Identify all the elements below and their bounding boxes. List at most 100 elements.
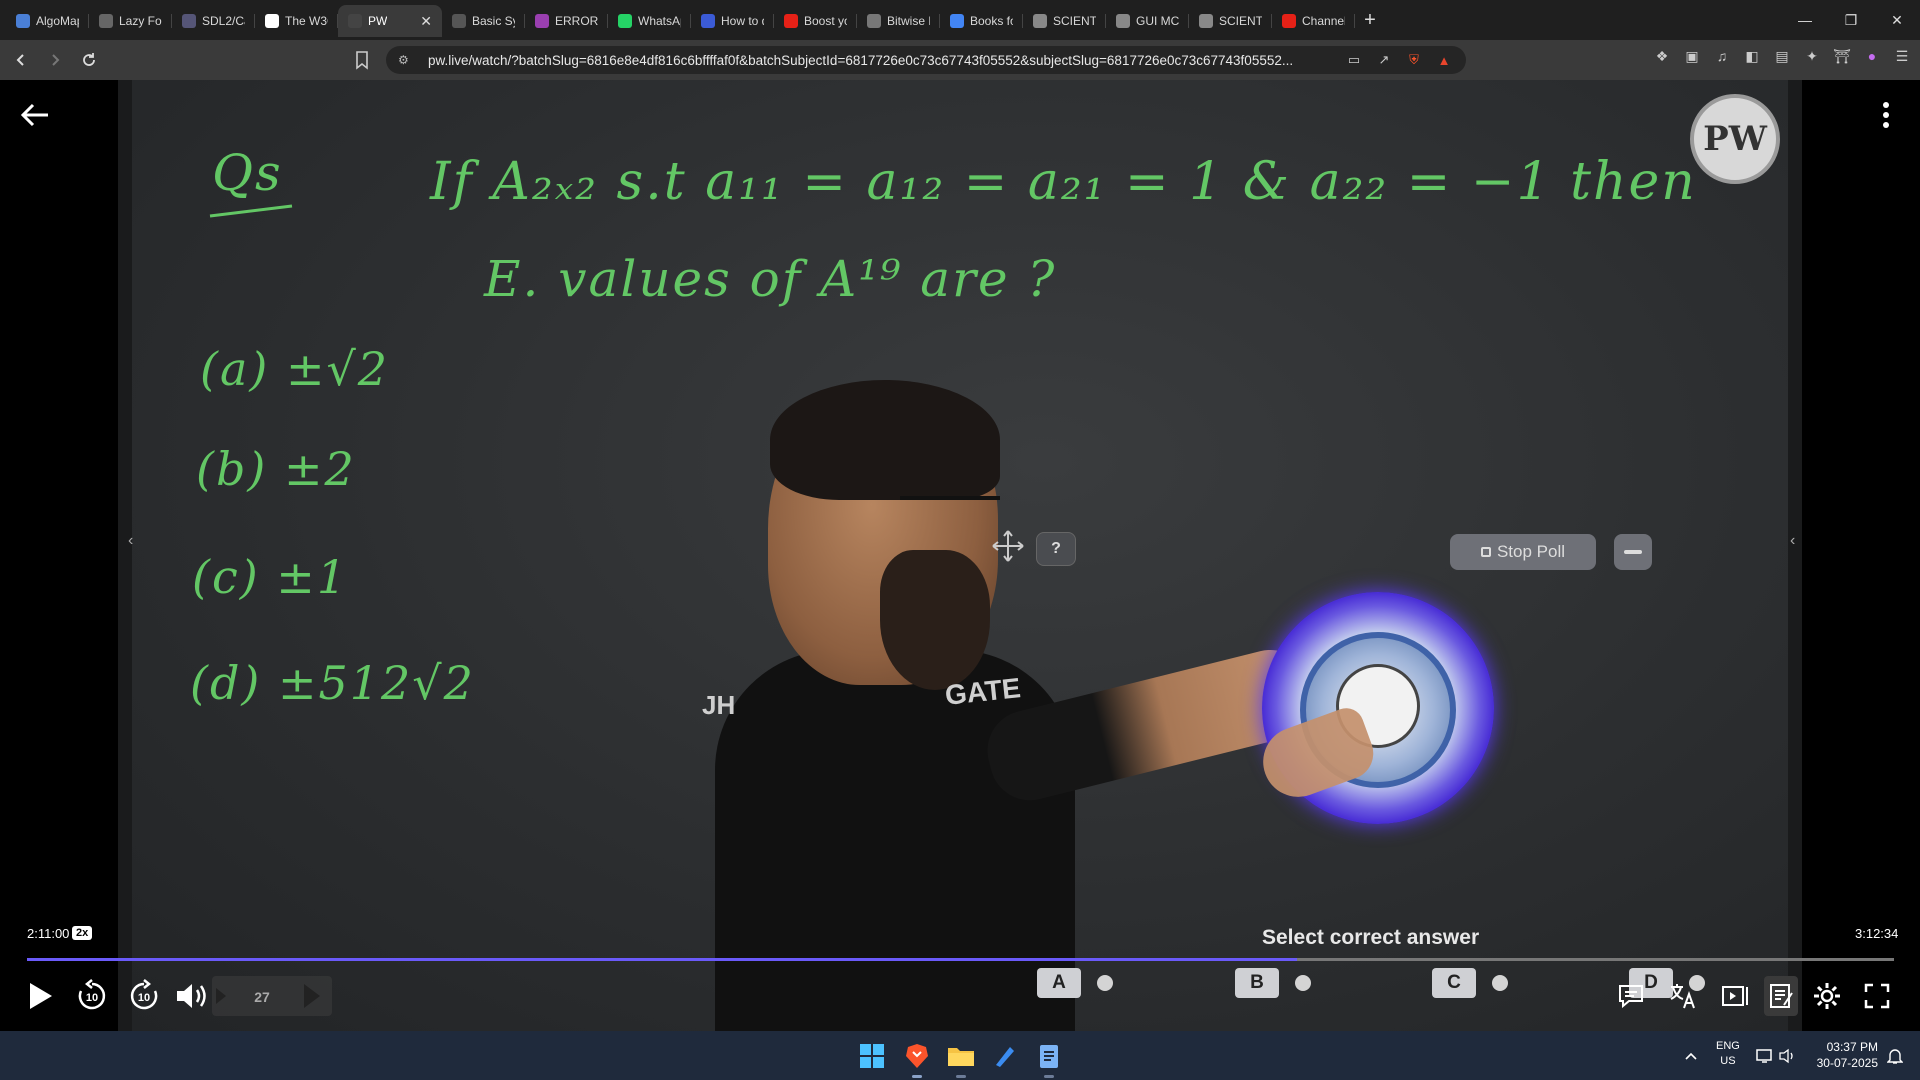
forward-icon[interactable] <box>42 47 68 73</box>
move-icon[interactable] <box>990 528 1026 564</box>
chevron-left-icon: ‹ <box>1790 532 1796 549</box>
rewind-10-icon[interactable]: 10 <box>74 976 110 1016</box>
running-indicator <box>1044 1075 1054 1078</box>
teacher-body <box>715 650 1075 1031</box>
chatgpt-icon <box>1116 14 1130 28</box>
reload-icon[interactable] <box>76 47 102 73</box>
teacher-glasses <box>900 496 1000 510</box>
playlist-icon[interactable] <box>1718 976 1752 1016</box>
bookmark-icon[interactable] <box>354 49 370 71</box>
menu-icon[interactable]: ☰ <box>1894 48 1910 64</box>
chat-icon[interactable] <box>1614 976 1648 1016</box>
tab-label: How to do <box>721 14 764 28</box>
new-tab-button[interactable]: + <box>1355 9 1385 32</box>
browser-tab[interactable]: PW ✕ <box>338 5 442 37</box>
profile-icon[interactable]: ● <box>1864 48 1880 64</box>
radio-b[interactable] <box>1295 975 1311 991</box>
tab-label: SCIENTIFIC <box>1053 14 1096 28</box>
browser-tab[interactable]: How to do <box>691 5 774 37</box>
browser-tab[interactable]: Books for v <box>940 5 1023 37</box>
video-player[interactable]: ‹ ‹ Qs If A₂ₓ₂ s.t a₁₁ = a₁₂ = a₂₁ = 1 &… <box>0 80 1920 1031</box>
tab-label: Books for v <box>970 14 1013 28</box>
google-icon <box>950 14 964 28</box>
screenshot-icon[interactable]: ▣ <box>1684 48 1700 64</box>
radio-c[interactable] <box>1492 975 1508 991</box>
poll-option-b[interactable]: B <box>1235 968 1311 998</box>
wallet-icon[interactable]: ▤ <box>1774 48 1790 64</box>
browser-tab[interactable]: WhatsApp <box>608 5 691 37</box>
poll-option-c[interactable]: C <box>1432 968 1508 998</box>
minimize-icon[interactable]: — <box>1782 0 1828 40</box>
media-icon[interactable]: ♫ <box>1714 48 1730 64</box>
board-frame-right <box>1788 80 1802 1031</box>
thumbnail-label: 27 <box>254 989 270 1005</box>
option-b: (b) ±2 <box>196 442 356 496</box>
cast-icon[interactable]: ▭ <box>1346 52 1362 68</box>
browser-tab[interactable]: Lazy Foo' F <box>89 5 172 37</box>
url-text[interactable]: pw.live/watch/?batchSlug=6816e8e4df816c6… <box>428 53 1318 68</box>
speed-badge[interactable]: 2x <box>72 926 93 940</box>
browser-tab[interactable]: AlgoMap - <box>6 5 89 37</box>
browser-tab[interactable]: Boost your <box>774 5 857 37</box>
play-icon[interactable] <box>22 976 58 1016</box>
volume-icon[interactable] <box>172 976 212 1016</box>
leo-icon[interactable]: ✦ <box>1804 48 1820 64</box>
extensions-icon[interactable]: ❖ <box>1654 48 1670 64</box>
browser-tab[interactable]: ERROR: Th <box>525 5 608 37</box>
browser-tab[interactable]: SCIENTIFIC <box>1023 5 1106 37</box>
stop-poll-button[interactable]: Stop Poll <box>1450 534 1596 570</box>
notepad-icon[interactable] <box>1034 1041 1064 1071</box>
window-controls: — ❐ ✕ <box>1782 0 1920 40</box>
radio-a[interactable] <box>1097 975 1113 991</box>
share-icon[interactable]: ↗ <box>1376 52 1392 68</box>
site-settings-icon[interactable]: ⚙ <box>398 53 414 67</box>
notification-bell-icon[interactable] <box>1880 1041 1910 1071</box>
forward-10-icon[interactable]: 10 <box>126 976 162 1016</box>
question-bubble-icon[interactable]: ? <box>1036 532 1076 566</box>
browser-tab[interactable]: Bitwise Bin <box>857 5 940 37</box>
tray-chevron-up-icon[interactable] <box>1676 1041 1706 1071</box>
back-icon[interactable] <box>8 47 34 73</box>
language-indicator[interactable]: ENG US <box>1716 1039 1740 1069</box>
brave-taskbar-icon[interactable] <box>902 1041 932 1071</box>
gfg-icon <box>867 14 881 28</box>
w3c-icon <box>265 14 279 28</box>
whatsapp-icon <box>618 14 632 28</box>
audio-icon <box>348 14 362 28</box>
browser-tab[interactable]: Basic Synta <box>442 5 525 37</box>
file-explorer-icon[interactable] <box>946 1041 976 1071</box>
thumbnail-strip[interactable]: 27 <box>212 976 332 1016</box>
youtube-icon <box>1282 14 1296 28</box>
brave-shield-icon[interactable]: ⛨ <box>1406 52 1422 68</box>
browser-tab[interactable]: SDL2/Cate <box>172 5 255 37</box>
tab-label: PW <box>368 14 388 28</box>
browser-tab[interactable]: GUI MCQ <box>1106 5 1189 37</box>
vpn-icon[interactable]: ⛩ <box>1833 48 1851 64</box>
browser-tab[interactable]: SCIENTIFIC <box>1189 5 1272 37</box>
notes-icon[interactable] <box>1764 976 1798 1016</box>
sidebar-icon[interactable]: ◧ <box>1744 48 1760 64</box>
close-tab-icon[interactable]: ✕ <box>420 13 432 30</box>
windows-start-icon[interactable] <box>857 1041 887 1071</box>
translate-icon[interactable] <box>1666 976 1700 1016</box>
more-options-icon[interactable] <box>1876 98 1896 132</box>
brave-rewards-icon[interactable]: ▲ <box>1436 52 1452 68</box>
progress-bar[interactable] <box>27 958 1894 961</box>
tab-label: SDL2/Cate <box>202 14 245 28</box>
browser-tab[interactable]: The W3C M <box>255 5 338 37</box>
back-arrow-icon[interactable] <box>18 98 52 132</box>
settings-icon[interactable] <box>1810 976 1844 1016</box>
fullscreen-icon[interactable] <box>1860 976 1894 1016</box>
system-clock[interactable]: 03:37 PM 30-07-2025 <box>1810 1039 1878 1071</box>
restore-icon[interactable]: ❐ <box>1828 0 1874 40</box>
question-label: Qs <box>212 144 283 202</box>
omnibox[interactable]: ⚙ pw.live/watch/?batchSlug=6816e8e4df816… <box>386 46 1466 74</box>
poll-option-a[interactable]: A <box>1037 968 1113 998</box>
minimize-poll-button[interactable] <box>1614 534 1652 570</box>
question-line-1: If A₂ₓ₂ s.t a₁₁ = a₁₂ = a₂₁ = 1 & a₂₂ = … <box>430 152 1697 212</box>
pen-app-icon[interactable] <box>990 1041 1020 1071</box>
browser-tab[interactable]: Channel co <box>1272 5 1355 37</box>
option-a: (a) ±√2 <box>200 342 390 396</box>
speaker-icon[interactable] <box>1772 1041 1802 1071</box>
close-window-icon[interactable]: ✕ <box>1874 0 1920 40</box>
